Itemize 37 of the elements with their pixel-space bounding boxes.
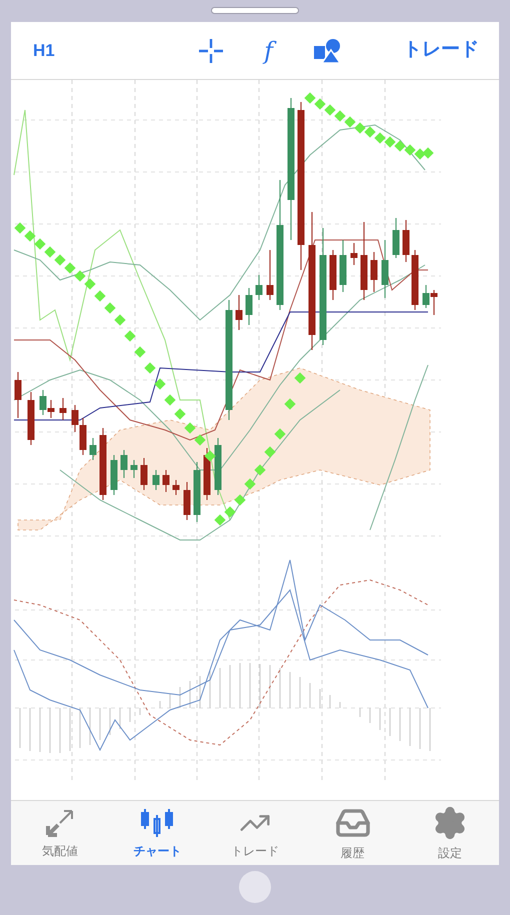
candlestick	[60, 398, 66, 420]
candlestick	[246, 288, 252, 326]
candlestick-icon	[139, 806, 176, 838]
candlestick	[120, 450, 128, 478]
trade-button[interactable]: トレード	[403, 36, 479, 65]
candlestick	[28, 392, 34, 446]
candlestick	[140, 458, 148, 490]
candlestick	[172, 480, 180, 496]
candlestick	[402, 220, 410, 262]
timeframe-button[interactable]: H1	[33, 38, 55, 64]
candlestick	[214, 438, 222, 496]
candlestick	[392, 218, 400, 258]
candlestick	[370, 252, 378, 292]
candlestick	[266, 250, 274, 300]
candlestick	[340, 240, 346, 292]
candlestick	[330, 250, 336, 300]
candlestick	[204, 448, 210, 500]
candlestick	[382, 240, 388, 298]
candlestick	[184, 482, 190, 520]
tab-bar-item[interactable]: 設定	[401, 801, 499, 865]
candlestick	[236, 294, 242, 330]
candlestick	[412, 250, 418, 310]
tab-bar-item[interactable]: 気配値	[11, 801, 109, 865]
candlestick	[110, 454, 118, 496]
tab-bar-item[interactable]: 履歴	[304, 801, 402, 865]
tab-bar-item[interactable]: チャート	[108, 801, 206, 865]
candlestick	[130, 460, 138, 478]
candlestick	[256, 274, 262, 300]
candlestick	[350, 242, 358, 266]
candlestick	[194, 462, 200, 522]
candlestick	[152, 470, 160, 490]
tab-bar-item[interactable]: トレード	[206, 801, 304, 865]
candlestick	[90, 438, 96, 460]
candlestick	[14, 372, 22, 418]
candlestick	[162, 470, 170, 492]
crosshair-icon[interactable]	[198, 38, 224, 64]
shapes-icon[interactable]	[313, 38, 341, 64]
